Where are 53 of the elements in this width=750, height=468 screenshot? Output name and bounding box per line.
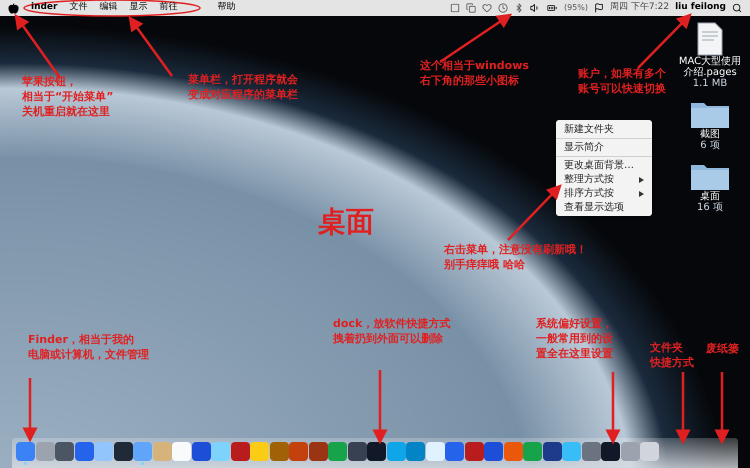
menu-item[interactable]: 新建文件夹 [556,122,652,136]
menu-item[interactable]: 前往 [159,1,178,15]
clock-icon[interactable] [498,3,508,13]
annotation-text: 这个相当于windows 右下角的那些小图标 [420,58,529,88]
menu-item[interactable]: 整理方式按 [556,172,652,186]
menu-item[interactable]: 排序方式按 [556,186,652,200]
annotation-text: 桌面 [318,206,374,238]
menu-item[interactable]: inder [31,1,58,15]
app-icon[interactable] [114,442,132,460]
file-name[interactable]: 截图 [678,129,742,140]
menu-item[interactable]: 显示简介 [556,138,652,154]
battery-percent: (95%) [564,2,588,14]
menu-item[interactable]: 更改桌面背景… [556,156,652,172]
menu-item[interactable]: 查看显示选项 [556,200,652,214]
menu-item[interactable]: 编辑 [99,1,118,15]
app-icon[interactable] [542,442,562,460]
file-name[interactable]: 桌面 [678,191,742,202]
submenu-arrow-icon [639,190,644,196]
file-info: 6 项 [700,140,720,151]
annotation-text: 废纸篓 [706,341,739,356]
file-info: 16 项 [697,202,723,213]
battery-icon[interactable] [546,3,558,13]
annotation-text: 苹果按钮， 相当于“开始菜单” 关机重启就在这里 [22,74,114,119]
annotation-arrow [22,378,38,442]
menu-item[interactable]: 帮助 [217,1,236,15]
file-info: 1.1 MB [692,78,728,89]
bluetooth-icon[interactable] [514,3,524,13]
status-icon[interactable] [450,3,460,13]
app-icon[interactable] [601,442,620,460]
file-name[interactable]: MAC大型使用介绍.pages [678,56,742,78]
annotation-text: 文件夹 快捷方式 [650,340,694,370]
volume-icon[interactable] [530,3,540,13]
annotation-text: 账户，如果有多个 账号可以快速切换 [578,66,666,96]
app-icon[interactable] [348,442,366,460]
submenu-arrow-icon [639,176,644,182]
user-name[interactable]: liu feilong [675,1,726,15]
annotation-text: 菜单栏，打开程序就会 变成对应程序的菜单栏 [188,72,298,102]
clock-text[interactable]: 周四 下午7:22 [610,1,670,15]
document-icon[interactable] [697,22,723,56]
annotation-arrow [507,184,562,241]
input-source-icon[interactable] [594,3,604,13]
menu-item[interactable]: 显示 [129,1,148,15]
annotation-text: dock，放软件快捷方式 拽着扔到外面可以删除 [333,316,450,346]
status-icon[interactable] [466,3,476,13]
apple-menu-icon[interactable] [8,2,19,14]
annotation-text: 右击菜单，注意没有刷新哦！ 别手痒痒哦 哈哈 [444,242,587,272]
annotation-text: 系统偏好设置， 一般常用到的设 置全在这里设置 [536,316,613,361]
app-icon[interactable] [367,442,386,460]
annotation-text: Finder，相当于我的 电脑或计算机，文件管理 [28,332,149,362]
search-icon[interactable] [732,3,742,13]
status-icon[interactable] [482,3,492,13]
annotation-arrow [128,16,174,77]
menu-item[interactable]: 文件 [69,1,88,15]
